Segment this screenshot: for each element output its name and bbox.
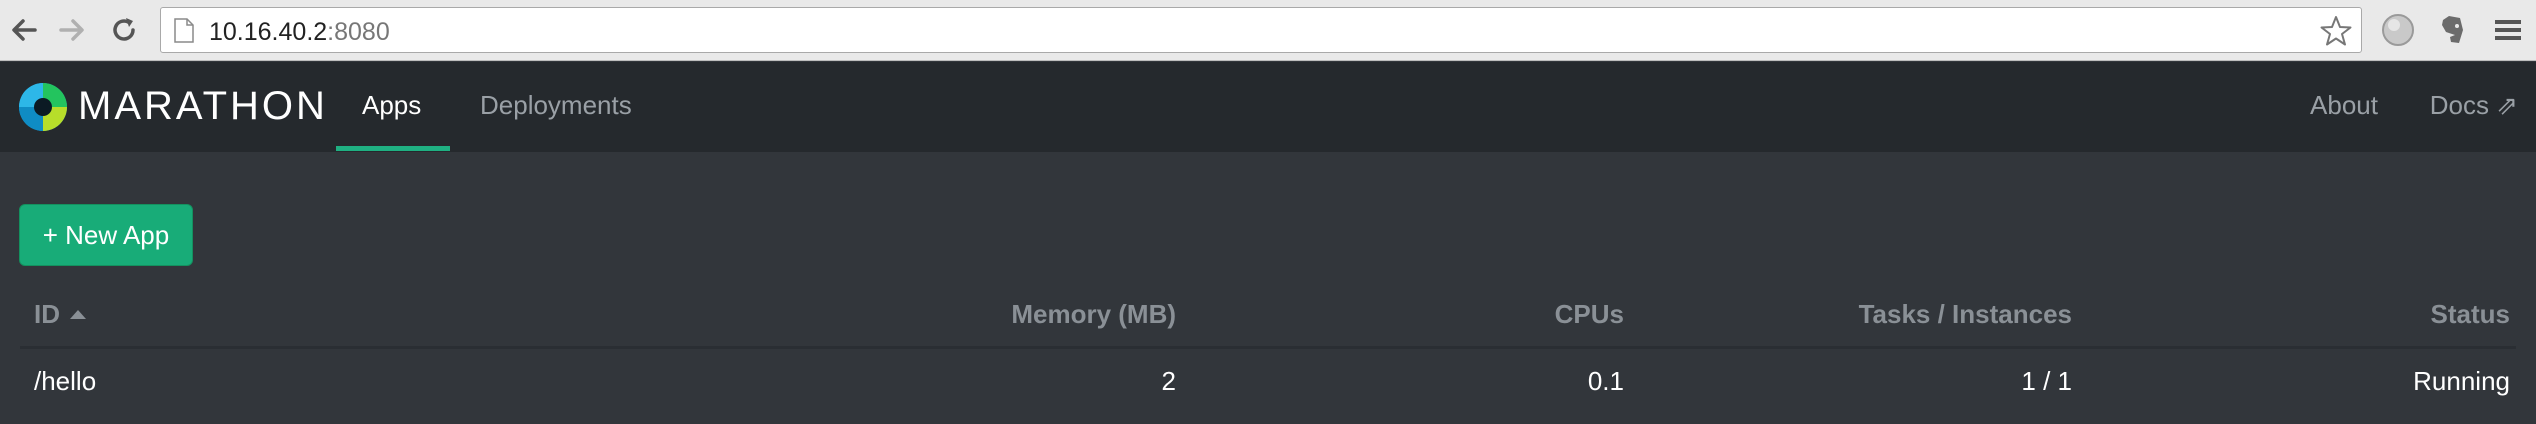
forward-arrow-icon <box>59 19 84 41</box>
url-text[interactable]: 10.16.40.2:8080 <box>209 18 390 47</box>
brand-name[interactable]: MARATHON <box>78 84 328 129</box>
evernote-icon[interactable] <box>2434 12 2470 48</box>
about-link[interactable]: About <box>2310 90 2378 121</box>
globe-icon[interactable] <box>2380 12 2416 48</box>
row-memory: 2 <box>1161 366 1176 396</box>
browser-toolbar: 10.16.40.2:8080 <box>0 0 2536 61</box>
tab-apps[interactable]: Apps <box>362 90 421 121</box>
active-tab-indicator <box>336 146 450 151</box>
row-app-id[interactable]: /hello <box>34 366 96 397</box>
new-app-button[interactable]: + New App <box>19 204 193 266</box>
page-icon <box>174 18 194 43</box>
marathon-logo-icon[interactable] <box>18 82 68 132</box>
column-header-memory[interactable]: Memory (MB) <box>1011 299 1176 330</box>
forward-button[interactable] <box>52 10 92 50</box>
row-status: Running <box>2413 366 2510 396</box>
url-port: :8080 <box>327 18 390 46</box>
header-divider <box>20 346 2516 349</box>
docs-link[interactable]: Docs ⇗ <box>2430 90 2518 121</box>
back-button[interactable] <box>4 10 44 50</box>
row-cpus: 0.1 <box>1587 366 1624 396</box>
app-navbar: MARATHON Apps Deployments About Docs ⇗ <box>0 62 2536 152</box>
back-arrow-icon <box>12 19 37 41</box>
row-tasks: 1 / 1 <box>2021 366 2072 396</box>
column-header-status[interactable]: Status <box>2431 299 2510 330</box>
address-bar[interactable]: 10.16.40.2:8080 <box>160 7 2362 53</box>
column-header-id[interactable]: ID <box>34 299 86 330</box>
menu-icon[interactable] <box>2490 12 2526 48</box>
sort-ascending-icon <box>70 309 86 319</box>
url-host: 10.16.40.2 <box>209 18 328 46</box>
star-icon[interactable] <box>2319 14 2353 48</box>
column-header-label: ID <box>34 299 60 329</box>
reload-button[interactable] <box>104 10 144 50</box>
column-header-cpus[interactable]: CPUs <box>1555 299 1624 330</box>
column-header-tasks[interactable]: Tasks / Instances <box>1859 299 2072 330</box>
reload-icon <box>113 18 135 41</box>
tab-deployments[interactable]: Deployments <box>480 90 632 121</box>
